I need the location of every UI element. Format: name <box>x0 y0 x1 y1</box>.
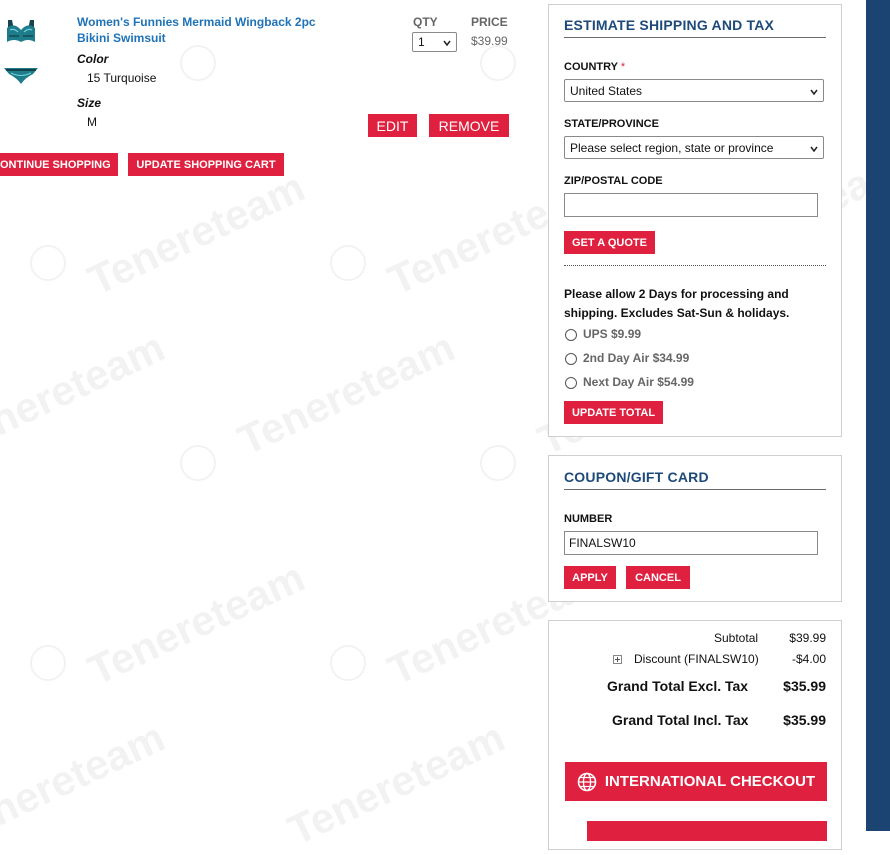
product-name-line1[interactable]: Women's Funnies Mermaid Wingback 2pc <box>77 14 316 30</box>
watermark-logo <box>480 45 516 81</box>
globe-icon <box>577 772 597 791</box>
product-thumbnail-top[interactable] <box>4 16 38 46</box>
edit-button[interactable]: EDIT <box>368 114 417 137</box>
grand-total-incl-value: $35.99 <box>783 712 826 728</box>
plus-box-icon[interactable] <box>613 655 622 664</box>
coupon-title-rule <box>564 489 826 490</box>
second-day-air-radio[interactable] <box>565 353 577 365</box>
grand-total-excl-label: Grand Total Excl. Tax <box>607 678 749 694</box>
estimate-shipping-panel: ESTIMATE SHIPPING AND TAX COUNTRY * Unit… <box>548 4 842 437</box>
shipping-title: ESTIMATE SHIPPING AND TAX <box>564 17 775 33</box>
coupon-number-input[interactable]: FINALSW10 <box>564 531 818 555</box>
watermark-text: Tenereteam <box>80 553 312 695</box>
state-placeholder: Please select region, state or province <box>570 140 774 155</box>
chevron-down-icon <box>810 89 818 95</box>
coupon-title: COUPON/GIFT CARD <box>564 469 709 485</box>
qty-value: 1 <box>418 35 425 49</box>
international-checkout-button[interactable]: INTERNATIONAL CHECKOUT <box>565 762 827 801</box>
watermark-logo <box>330 245 366 281</box>
country-value: United States <box>570 83 643 98</box>
grand-total-incl-label: Grand Total Incl. Tax <box>612 712 749 728</box>
grand-total-excl-value: $35.99 <box>783 678 826 694</box>
remove-button[interactable]: REMOVE <box>429 114 509 137</box>
watermark-logo <box>30 245 66 281</box>
coupon-panel: COUPON/GIFT CARD NUMBER FINALSW10 APPLY … <box>548 455 842 602</box>
watermark-text: Tenereteam <box>0 713 172 855</box>
chevron-down-icon <box>443 40 451 47</box>
ups-radio[interactable] <box>565 329 577 341</box>
watermark-logo <box>180 45 216 81</box>
get-quote-button[interactable]: GET A QUOTE <box>564 231 655 254</box>
qty-select[interactable]: 1 <box>412 32 457 52</box>
update-cart-button[interactable]: UPDATE SHOPPING CART <box>128 153 284 176</box>
subtotal-label: Subtotal <box>714 631 759 645</box>
totals-panel: Subtotal $39.99 Discount (FINALSW10) -$4… <box>548 620 842 850</box>
shipping-note-line2: shipping. Excludes Sat-Sun & holidays. <box>564 306 790 320</box>
next-day-air-radio[interactable] <box>565 377 577 389</box>
shipping-title-rule <box>564 37 826 38</box>
subtotal-value: $39.99 <box>789 631 826 645</box>
watermark-logo <box>480 445 516 481</box>
required-asterisk: * <box>620 61 626 73</box>
shipping-divider <box>564 265 826 266</box>
coupon-number-label: NUMBER <box>564 513 613 525</box>
product-name-line2[interactable]: Bikini Swimsuit <box>77 30 316 46</box>
country-select[interactable]: United States <box>564 79 824 102</box>
discount-value: -$4.00 <box>791 652 826 666</box>
shipping-note: Please allow 2 Days for processing and s… <box>564 285 789 323</box>
size-value: M <box>87 115 97 129</box>
color-value: 15 Turquoise <box>87 71 157 85</box>
discount-label[interactable]: Discount (FINALSW10) <box>634 652 759 666</box>
continue-shopping-button[interactable]: ONTINUE SHOPPING <box>0 153 118 176</box>
chevron-down-icon <box>810 146 818 152</box>
page-right-edge-bar <box>866 0 890 831</box>
country-label: COUNTRY * <box>564 61 625 73</box>
international-checkout-label: INTERNATIONAL CHECKOUT <box>604 773 816 790</box>
shipping-note-line1: Please allow 2 Days for processing and <box>564 287 789 301</box>
cancel-coupon-button[interactable]: CANCEL <box>626 566 690 589</box>
second-day-air-label[interactable]: 2nd Day Air $34.99 <box>583 351 689 365</box>
size-label: Size <box>77 96 102 110</box>
price-header: PRICE <box>471 15 508 29</box>
watermark-logo <box>30 645 66 681</box>
state-select[interactable]: Please select region, state or province <box>564 136 824 159</box>
ups-option-label[interactable]: UPS $9.99 <box>583 327 641 341</box>
watermark-logo <box>180 445 216 481</box>
state-label: STATE/PROVINCE <box>564 118 659 130</box>
apply-coupon-button[interactable]: APPLY <box>564 566 616 589</box>
price-value: $39.99 <box>471 34 508 48</box>
zip-label: ZIP/POSTAL CODE <box>564 175 663 187</box>
country-label-text: COUNTRY <box>564 61 618 73</box>
next-day-air-label[interactable]: Next Day Air $54.99 <box>583 375 694 389</box>
watermark-text: Tenereteam <box>230 323 462 465</box>
checkout-button-partial[interactable] <box>587 821 827 841</box>
watermark-text: Tenereteam <box>0 323 172 465</box>
qty-header: QTY <box>413 15 438 29</box>
product-name-link[interactable]: Women's Funnies Mermaid Wingback 2pc Bik… <box>77 14 316 46</box>
zip-input[interactable] <box>564 193 818 217</box>
watermark-text: Tenereteam <box>280 713 512 855</box>
update-total-button[interactable]: UPDATE TOTAL <box>564 401 663 424</box>
product-thumbnail-bottom[interactable] <box>3 64 39 86</box>
color-label: Color <box>77 52 109 66</box>
watermark-logo <box>330 645 366 681</box>
watermark-text: Tenereteam <box>80 163 312 305</box>
